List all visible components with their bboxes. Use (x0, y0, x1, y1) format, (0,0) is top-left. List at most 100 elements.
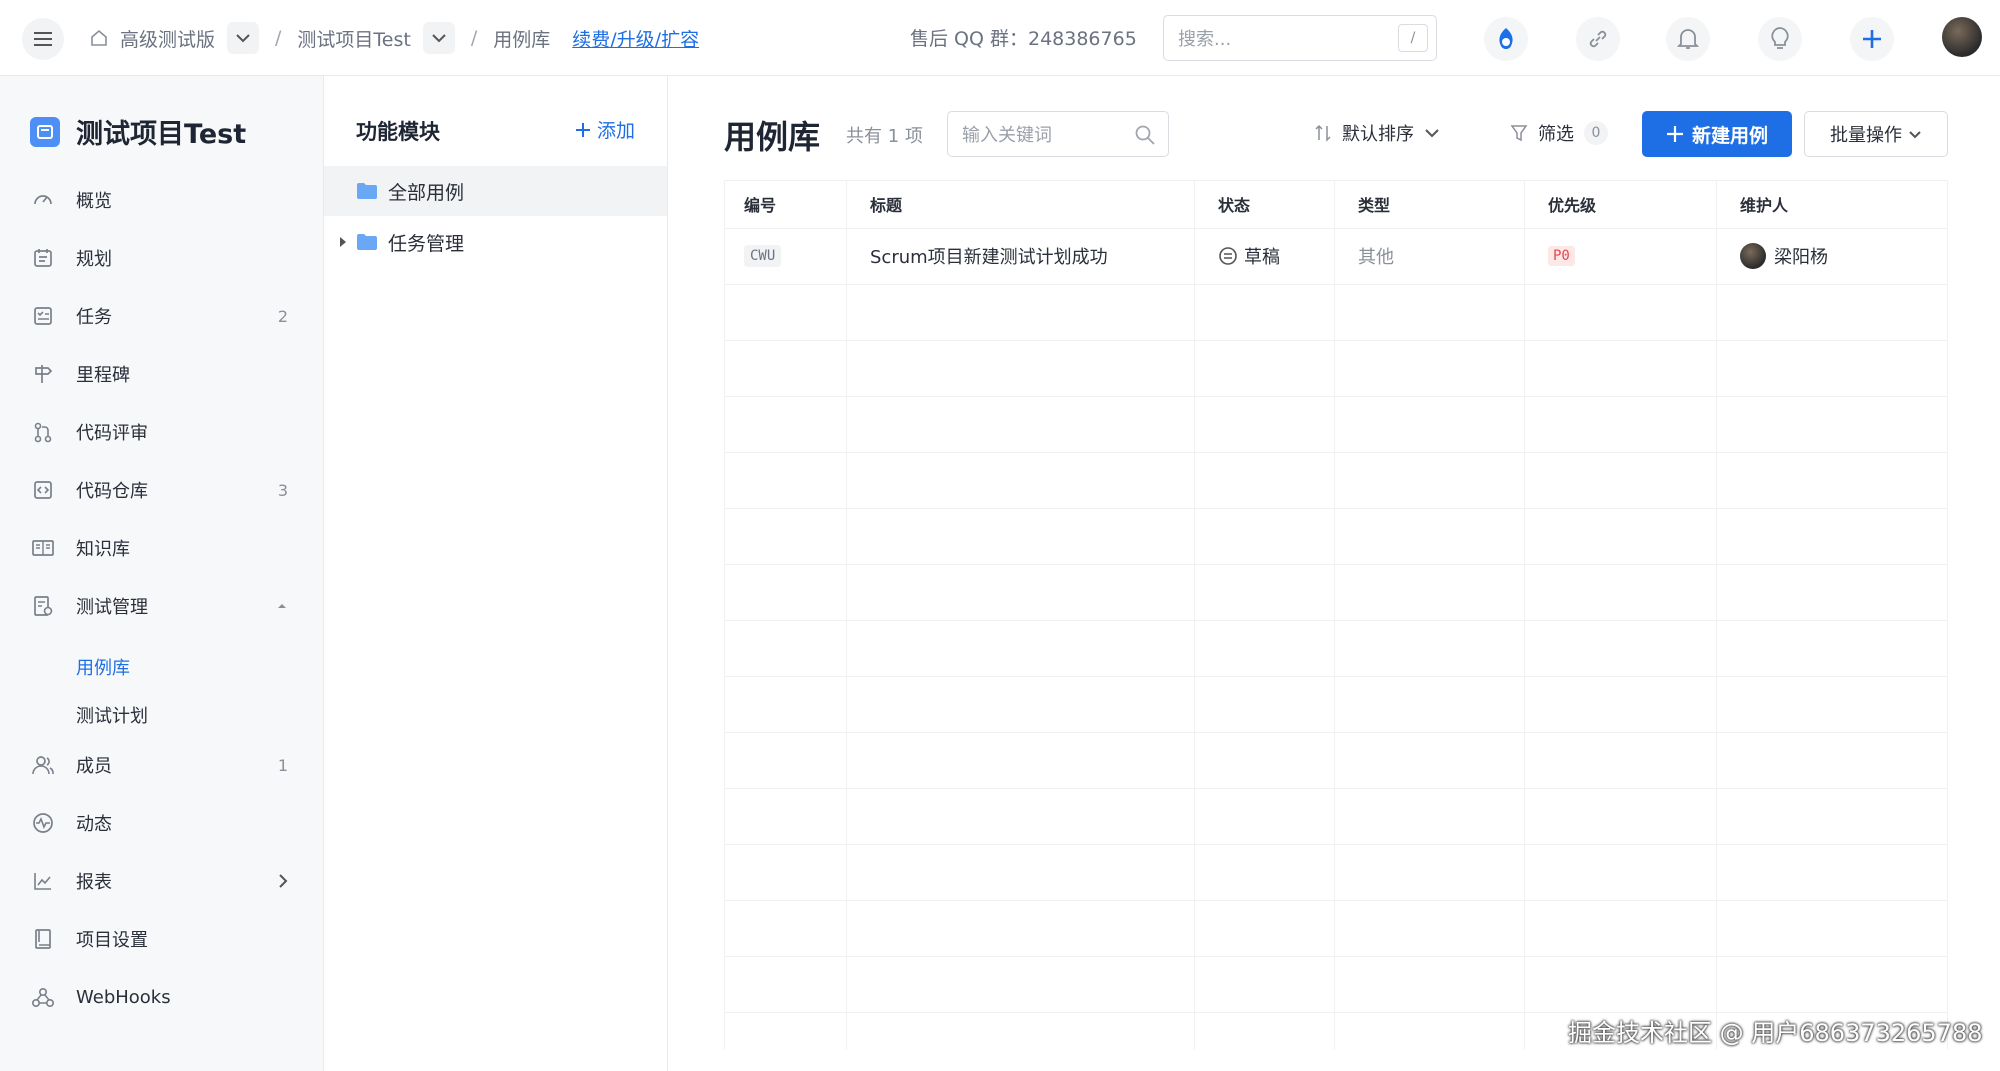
sidebar-item-label: 测试管理 (76, 597, 148, 618)
plus-icon (1863, 30, 1881, 48)
test-icon (30, 593, 56, 619)
tree-item-all-cases[interactable]: 全部用例 (324, 166, 667, 216)
item-count: 共有 1 项 (846, 126, 923, 147)
project-name: 测试项目Test (76, 119, 247, 150)
filter-count-badge: 0 (1584, 121, 1608, 145)
chevron-up-icon (278, 604, 286, 608)
column-header-owner[interactable]: 维护人 (1740, 180, 1788, 228)
plus-icon (575, 122, 590, 137)
mascot-icon (1499, 28, 1513, 49)
sort-dropdown[interactable]: 默认排序 (1314, 120, 1440, 146)
sidebar-item-label: 任务 (76, 307, 112, 328)
edition-dropdown-button[interactable] (227, 22, 260, 54)
global-search-input[interactable]: 搜索... / (1163, 15, 1437, 61)
project-icon (30, 116, 60, 147)
sidebar-item-knowledge-base[interactable]: 知识库 (30, 528, 296, 568)
column-header-status[interactable]: 状态 (1218, 180, 1250, 228)
column-header-title[interactable]: 标题 (870, 180, 902, 228)
sidebar-item-code-review[interactable]: 代码评审 (30, 412, 296, 452)
book-icon (30, 535, 56, 561)
page-title: 用例库 (724, 118, 821, 156)
sidebar-subitem-case-library[interactable]: 用例库 (76, 654, 130, 680)
tree-item-task-management[interactable]: 任务管理 (324, 217, 667, 267)
sidebar-item-test-management[interactable]: 测试管理 (30, 586, 296, 626)
task-count: 2 (277, 306, 288, 326)
folder-icon (357, 183, 377, 199)
add-module-button[interactable]: 添加 (575, 116, 635, 143)
column-header-priority[interactable]: 优先级 (1548, 180, 1596, 228)
sidebar-item-label: 概览 (76, 191, 112, 212)
module-panel: 功能模块 添加 全部用例 任务管理 (324, 76, 668, 1071)
sidebar-subitem-test-plan[interactable]: 测试计划 (76, 702, 148, 728)
new-case-button[interactable]: 新建用例 (1642, 111, 1792, 157)
repo-count: 3 (277, 480, 288, 500)
webhook-icon (30, 984, 56, 1010)
sidebar-item-activity[interactable]: 动态 (30, 803, 296, 843)
link-button[interactable] (1576, 17, 1620, 61)
sidebar-item-project-settings[interactable]: 项目设置 (30, 919, 296, 959)
hamburger-icon (34, 32, 52, 46)
sidebar-item-overview[interactable]: 概览 (30, 180, 296, 220)
filter-label: 筛选 (1538, 124, 1574, 145)
column-header-code[interactable]: 编号 (744, 180, 776, 228)
sidebar-item-milestones[interactable]: 里程碑 (30, 354, 296, 394)
hamburger-menu-button[interactable] (22, 18, 64, 60)
breadcrumb-project[interactable]: 测试项目Test (297, 25, 410, 52)
sidebar-item-tasks[interactable]: 任务 2 (30, 296, 296, 336)
sidebar-item-label: 知识库 (76, 539, 130, 560)
keyword-placeholder: 输入关键词 (962, 125, 1052, 146)
sidebar-item-label: 代码评审 (76, 423, 148, 444)
notifications-button[interactable] (1666, 17, 1710, 61)
chart-icon (30, 868, 56, 894)
sidebar-item-label: WebHooks (76, 986, 171, 1008)
sidebar-item-reports[interactable]: 报表 (30, 861, 296, 901)
case-title[interactable]: Scrum项目新建测试计划成功 (870, 228, 1108, 284)
project-header[interactable]: 测试项目Test (30, 112, 246, 151)
chevron-down-icon (1909, 130, 1921, 138)
column-header-type[interactable]: 类型 (1358, 180, 1390, 228)
sidebar-item-members[interactable]: 成员 1 (30, 745, 296, 785)
module-panel-title: 功能模块 (356, 120, 440, 144)
caret-right-icon[interactable] (338, 236, 348, 248)
case-priority: P0 (1548, 228, 1575, 284)
breadcrumb-separator: / (275, 27, 282, 49)
sidebar-item-label: 代码仓库 (76, 481, 148, 502)
app-logo-button[interactable] (1484, 17, 1528, 61)
code-icon (30, 477, 56, 503)
case-type: 其他 (1358, 247, 1394, 268)
draft-status-icon (1219, 247, 1237, 265)
create-button[interactable] (1850, 17, 1894, 61)
case-status[interactable]: 草稿 (1218, 228, 1280, 284)
sidebar-item-repositories[interactable]: 代码仓库 3 (30, 470, 296, 510)
plus-icon (1666, 126, 1683, 142)
users-icon (30, 752, 56, 778)
tree-item-label: 任务管理 (388, 232, 465, 255)
tips-button[interactable] (1758, 17, 1802, 61)
filter-icon (1510, 125, 1528, 142)
case-owner[interactable]: 梁阳杨 (1740, 228, 1828, 284)
member-count: 1 (277, 755, 288, 775)
table-row[interactable]: CWU (744, 228, 782, 284)
new-case-label: 新建用例 (1691, 124, 1768, 147)
sidebar-item-planning[interactable]: 规划 (30, 238, 296, 278)
sidebar-item-label: 规划 (76, 249, 112, 270)
keyword-search-input[interactable]: 输入关键词 (947, 111, 1169, 157)
qq-group-text: 售后 QQ 群：248386765 (910, 28, 1137, 50)
sidebar: 测试项目Test 概览 规划 任务 2 里程碑 代码评审 代码仓库 3 知识库 … (0, 76, 324, 1071)
settings-book-icon (30, 926, 56, 952)
lightbulb-icon (1771, 27, 1789, 49)
filter-button[interactable]: 筛选 0 (1510, 120, 1608, 146)
top-bar: 高级测试版 / 测试项目Test / 用例库 续费/升级/扩容 售后 QQ 群：… (0, 0, 2000, 76)
breadcrumb-edition[interactable]: 高级测试版 (120, 25, 215, 52)
chevron-down-icon (1425, 129, 1439, 138)
add-module-label: 添加 (596, 120, 635, 142)
sidebar-item-webhooks[interactable]: WebHooks (30, 977, 296, 1017)
renew-link[interactable]: 续费/升级/扩容 (572, 25, 699, 52)
batch-actions-dropdown[interactable]: 批量操作 (1804, 111, 1948, 157)
case-code: CWU (744, 245, 782, 267)
search-placeholder: 搜索... (1178, 29, 1232, 50)
project-dropdown-button[interactable] (422, 22, 455, 54)
user-avatar[interactable] (1942, 17, 1982, 57)
calendar-icon (30, 245, 56, 271)
status-label: 草稿 (1244, 247, 1280, 268)
